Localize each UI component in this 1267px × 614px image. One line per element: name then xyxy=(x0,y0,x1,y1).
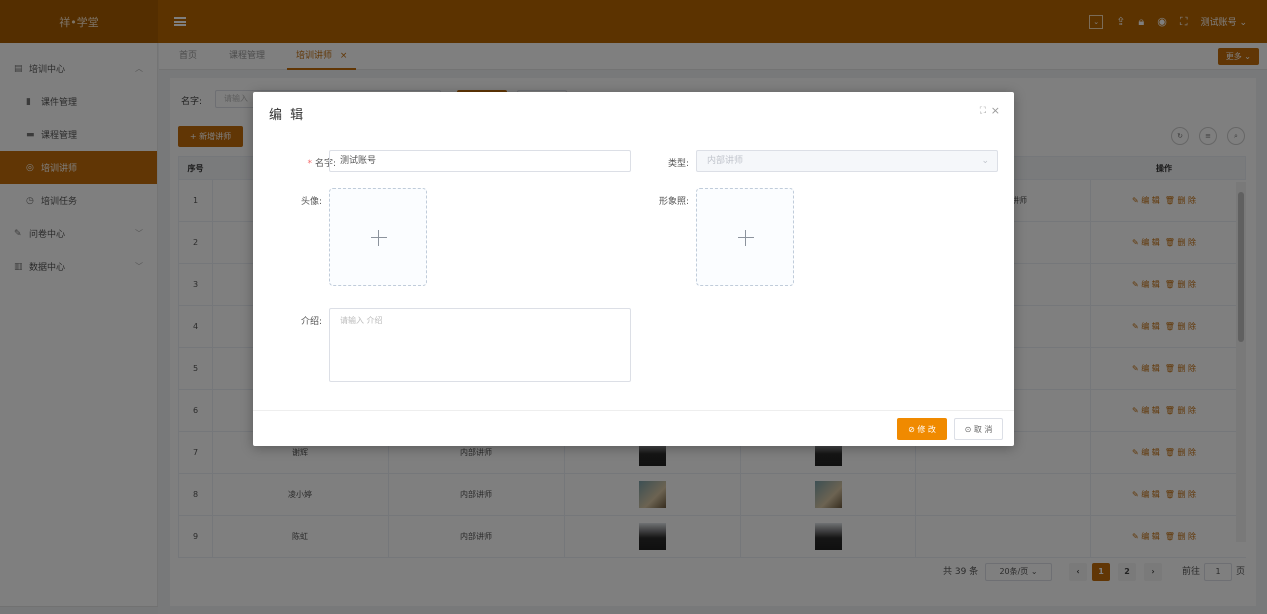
edit-dialog: 编 辑 ⛶ × * 名字: 测试账号 类型: 内部讲师 ⌄ 头像: 形象照: 介绍:… xyxy=(253,92,1014,446)
plus-icon-v xyxy=(745,230,746,246)
plus-icon-v xyxy=(378,230,379,246)
photo-label: 形象照: xyxy=(658,197,689,207)
type-select[interactable]: 内部讲师 ⌄ xyxy=(696,150,998,172)
plus-icon xyxy=(371,237,387,238)
maximize-icon[interactable]: ⛶ xyxy=(980,106,986,116)
plus-icon xyxy=(738,237,754,238)
submit-button[interactable]: ⊘ 修 改 xyxy=(897,418,947,440)
cancel-button[interactable]: ⊙ 取 消 xyxy=(954,418,1003,440)
dialog-title: 编 辑 xyxy=(269,108,306,123)
dialog-footer: ⊘ 修 改 ⊙ 取 消 xyxy=(253,410,1014,446)
type-value: 内部讲师 xyxy=(707,156,744,166)
required-mark: * xyxy=(307,159,312,169)
chevron-down-icon: ⌄ xyxy=(981,156,989,166)
intro-label: 介绍: xyxy=(300,317,322,327)
name-input[interactable]: 测试账号 xyxy=(329,150,631,172)
close-icon[interactable]: × xyxy=(991,104,1000,117)
avatar-label: 头像: xyxy=(300,197,322,207)
intro-textarea[interactable]: 请输入 介绍 xyxy=(329,308,631,382)
avatar-upload[interactable] xyxy=(329,188,427,286)
type-label: 类型: xyxy=(667,159,689,169)
photo-upload[interactable] xyxy=(696,188,794,286)
